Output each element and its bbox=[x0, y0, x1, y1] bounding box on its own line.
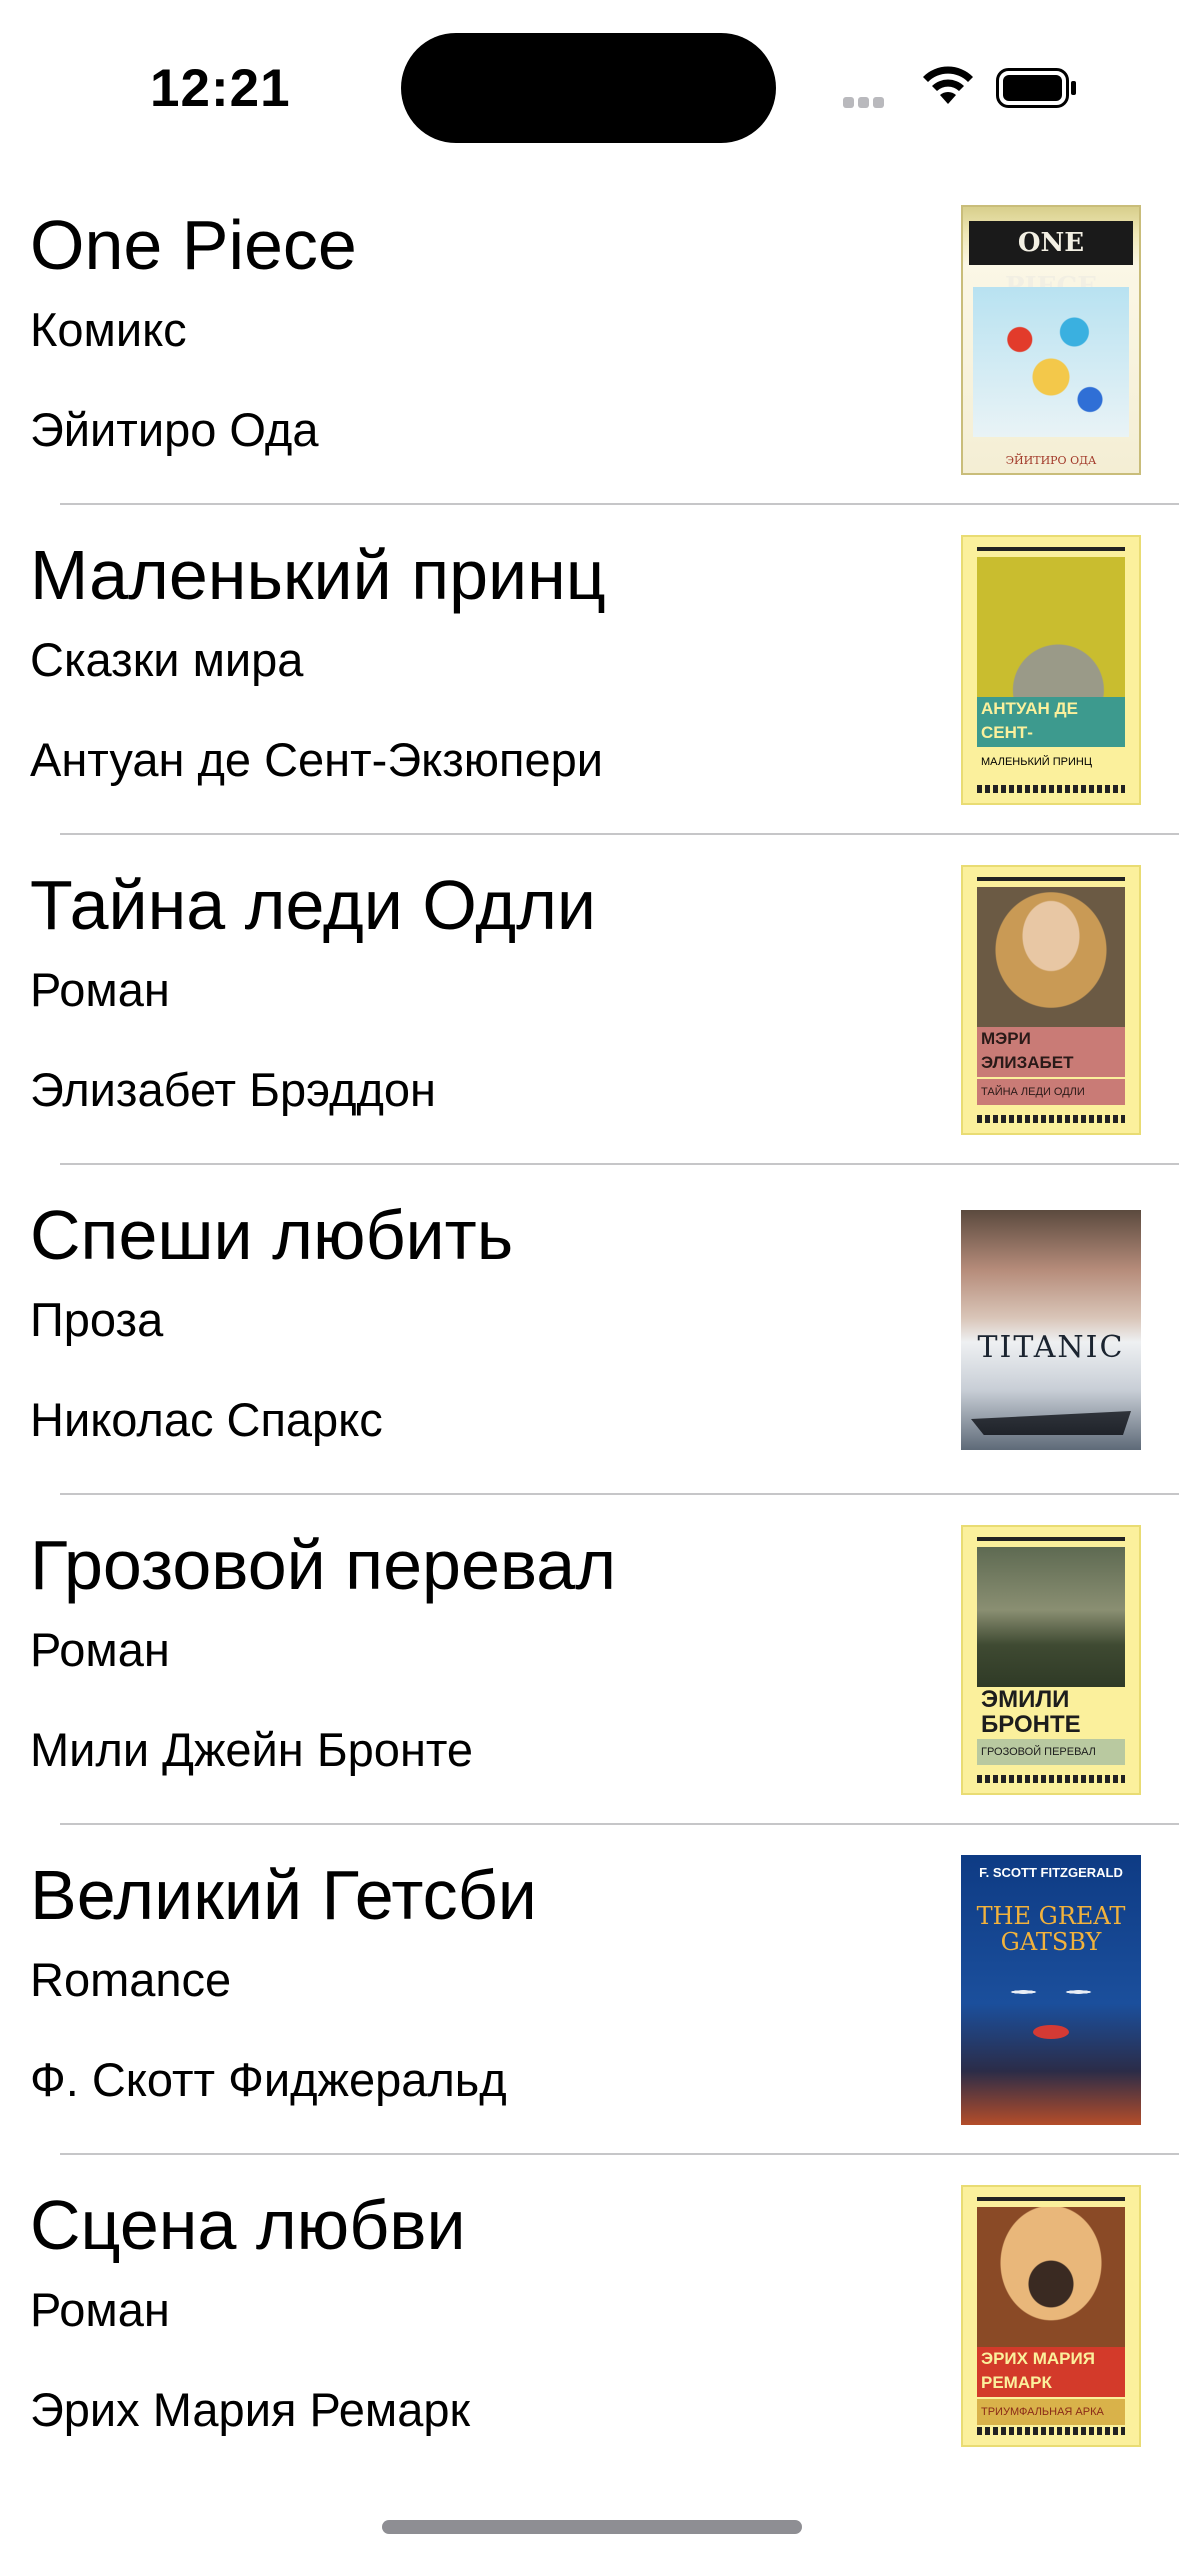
cover-ship-illustration bbox=[971, 1411, 1131, 1435]
book-author: Эйитиро Ода bbox=[30, 403, 319, 456]
book-title: One Piece bbox=[30, 206, 357, 284]
book-author: Антуан де Сент-Экзюпери bbox=[30, 733, 603, 786]
cover-author: ЭРИХ МАРИЯ РЕМАРК bbox=[977, 2347, 1125, 2397]
book-cover-image: F. SCOTT FITZGERALD THE GREAT GATSBY bbox=[961, 1855, 1141, 2125]
cover-illustration bbox=[977, 1547, 1125, 1687]
book-title: Спеши любить bbox=[30, 1196, 514, 1274]
cover-author: ЭМИЛИ БРОНТЕ bbox=[977, 1687, 1125, 1737]
cover-author: F. SCOTT FITZGERALD bbox=[979, 1865, 1123, 1880]
cover-title: МАЛЕНЬКИЙ ПРИНЦ bbox=[981, 756, 1092, 768]
book-author: Мили Джейн Бронте bbox=[30, 1723, 474, 1776]
battery-icon bbox=[996, 68, 1076, 108]
book-author: Эрих Мария Ремарк bbox=[30, 2383, 471, 2436]
book-row-titanic[interactable]: Спеши любить Проза Николас Спаркс TITANI… bbox=[30, 1165, 1179, 1495]
dynamic-island bbox=[401, 33, 776, 143]
book-genre: Romance bbox=[30, 1953, 232, 2006]
book-list: One Piece Комикс Эйитиро Ода ONE PIECE Э… bbox=[0, 175, 1179, 2485]
book-title: Сцена любви bbox=[30, 2186, 466, 2264]
book-title: Великий Гетсби bbox=[30, 1856, 537, 1934]
book-row-one-piece[interactable]: One Piece Комикс Эйитиро Ода ONE PIECE Э… bbox=[30, 175, 1179, 505]
book-title: Маленький принц bbox=[30, 536, 606, 614]
book-cover-image: TITANIC bbox=[961, 1210, 1141, 1450]
book-row-little-prince[interactable]: Маленький принц Сказки мира Антуан де Се… bbox=[30, 505, 1179, 835]
book-cover-image: МЭРИ ЭЛИЗАБЕТ БРЭДДОН ТАЙНА ЛЕДИ ОДЛИ bbox=[961, 865, 1141, 1135]
book-cover-image: АНТУАН ДЕ СЕНТ-ЭКЗЮПЕРИ МАЛЕНЬКИЙ ПРИНЦ bbox=[961, 535, 1141, 805]
cover-eyes-illustration bbox=[996, 1980, 1106, 2004]
cover-illustration bbox=[977, 2207, 1125, 2347]
book-row-wuthering-heights[interactable]: Грозовой перевал Роман Мили Джейн Бронте… bbox=[30, 1495, 1179, 1825]
status-time: 12:21 bbox=[150, 59, 291, 118]
book-cover-image: ЭРИХ МАРИЯ РЕМАРК ТРИУМФАЛЬНАЯ АРКА bbox=[961, 2185, 1141, 2447]
book-row-lady-audley[interactable]: Тайна леди Одли Роман Элизабет Брэддон М… bbox=[30, 835, 1179, 1165]
cover-title: ТАЙНА ЛЕДИ ОДЛИ bbox=[977, 1079, 1125, 1105]
book-row-arch-of-triumph[interactable]: Сцена любви Роман Эрих Мария Ремарк ЭРИХ… bbox=[30, 2155, 1179, 2485]
book-author: Николас Спаркс bbox=[30, 1393, 383, 1446]
cover-title: THE GREAT GATSBY bbox=[976, 1902, 1126, 1956]
cover-illustration bbox=[977, 887, 1125, 1027]
book-genre: Роман bbox=[30, 963, 170, 1016]
book-title: Тайна леди Одли bbox=[30, 866, 597, 944]
cover-author: ЭЙИТИРО ОДА bbox=[1005, 454, 1097, 467]
book-author: Элизабет Брэддон bbox=[30, 1063, 437, 1116]
cover-author: АНТУАН ДЕ СЕНТ-ЭКЗЮПЕРИ bbox=[977, 697, 1125, 747]
status-bar: 12:21 bbox=[0, 0, 1179, 180]
book-genre: Роман bbox=[30, 1623, 170, 1676]
book-cover-image: ЭМИЛИ БРОНТЕ ГРОЗОВОЙ ПЕРЕВАЛ bbox=[961, 1525, 1141, 1795]
book-genre: Комикс bbox=[30, 303, 187, 356]
book-row-great-gatsby[interactable]: Великий Гетсби Romance Ф. Скотт Фиджерал… bbox=[30, 1825, 1179, 2155]
cover-illustration bbox=[973, 287, 1129, 437]
cover-illustration bbox=[977, 557, 1125, 697]
book-cover-image: ONE PIECE ЭЙИТИРО ОДА bbox=[961, 205, 1141, 475]
book-genre: Сказки мира bbox=[30, 633, 304, 686]
cover-lips-illustration bbox=[1033, 2025, 1069, 2039]
book-title: Грозовой перевал bbox=[30, 1526, 617, 1604]
book-genre: Роман bbox=[30, 2283, 170, 2336]
cover-title: ГРОЗОВОЙ ПЕРЕВАЛ bbox=[977, 1739, 1125, 1765]
home-indicator[interactable] bbox=[382, 2520, 802, 2534]
wifi-icon bbox=[923, 66, 973, 104]
book-author: Ф. Скотт Фиджеральд bbox=[30, 2053, 507, 2106]
cover-author: МЭРИ ЭЛИЗАБЕТ БРЭДДОН bbox=[977, 1027, 1125, 1077]
signal-icon bbox=[843, 95, 903, 109]
cover-logo: ONE PIECE bbox=[969, 221, 1133, 302]
book-genre: Проза bbox=[30, 1293, 164, 1346]
cover-title: TITANIC bbox=[977, 1330, 1125, 1365]
cover-title: ТРИУМФАЛЬНАЯ АРКА bbox=[977, 2399, 1125, 2425]
